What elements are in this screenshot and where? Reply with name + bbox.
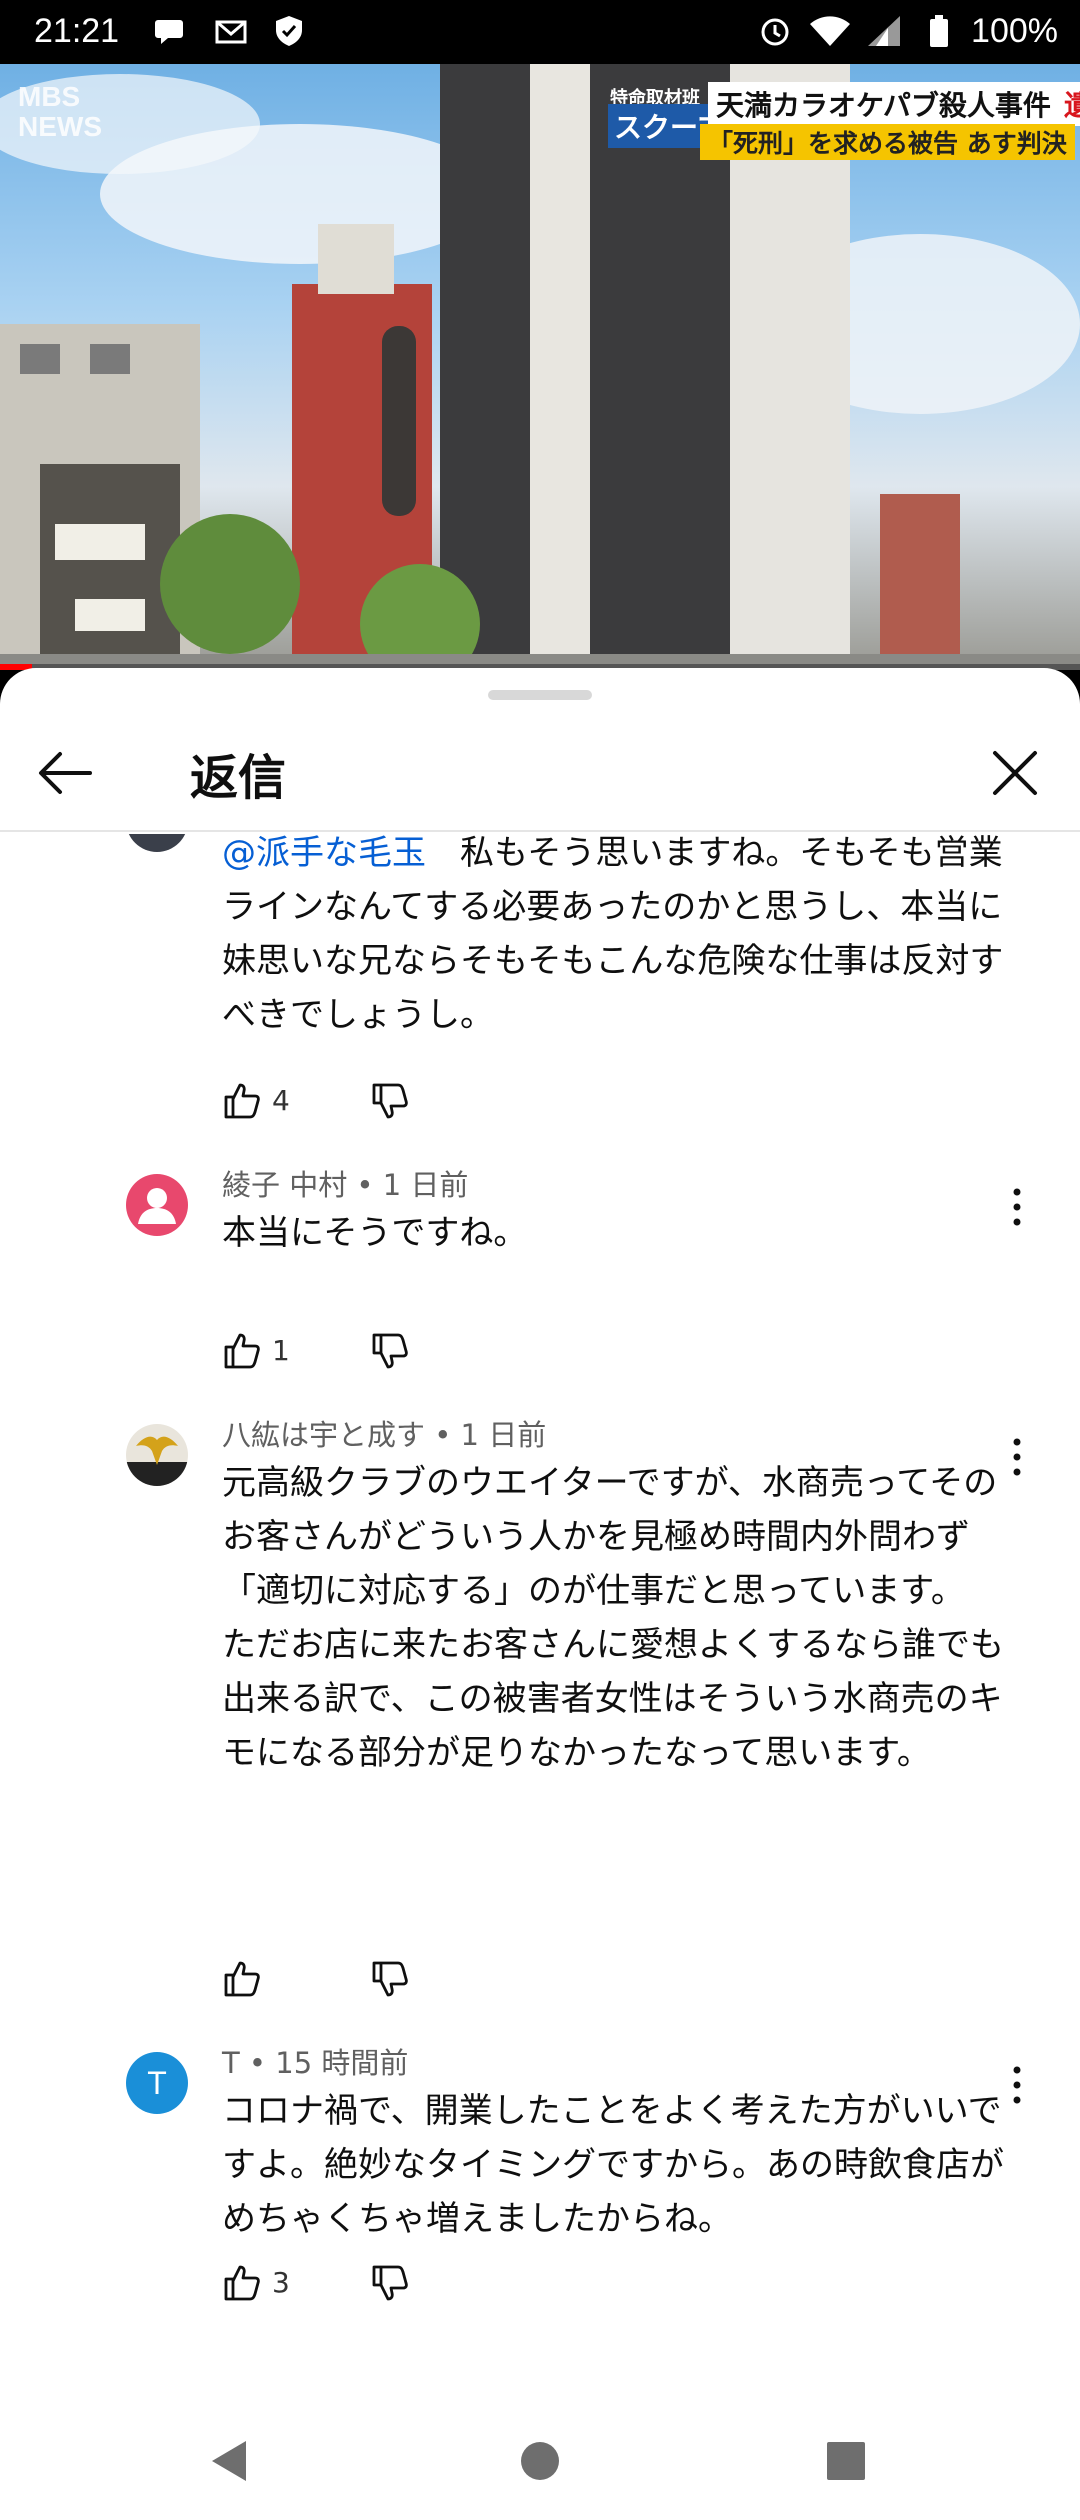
comment-actions: 3 — [222, 2258, 522, 2308]
signal-icon — [868, 16, 900, 46]
avatar[interactable] — [126, 1174, 188, 1236]
mail-icon — [215, 20, 247, 44]
status-bar: 21:21 100% — [0, 0, 1080, 64]
alarm-icon — [761, 18, 789, 46]
more-options-icon[interactable] — [1000, 1432, 1034, 1482]
comment-actions: 1 — [222, 1326, 522, 1376]
like-count: 1 — [272, 1334, 290, 1367]
headline-tag: 遺族の思い — [1063, 89, 1080, 122]
recents-square-icon[interactable] — [816, 2431, 876, 2491]
thumbs-down-icon[interactable] — [370, 1082, 410, 1122]
sheet-header: 返信 — [0, 708, 1080, 832]
like-count: 3 — [272, 2266, 290, 2299]
comment-body: 元高級クラブのウエイターですが、水商売ってそのお客さんがどういう人かを見極め時間… — [222, 1463, 1004, 1773]
comment-meta: 綾子 中村 • 1 日前 — [222, 1168, 469, 1202]
thumbs-down-icon[interactable] — [370, 1960, 410, 2000]
comment-list: @派手な毛玉 私もそう思いますね。そもそも営業ラインなんてする必要あったのかと思… — [0, 834, 1080, 2401]
home-circle-icon[interactable] — [510, 2431, 570, 2491]
mention-link[interactable]: @派手な毛玉 — [222, 834, 426, 873]
video-player[interactable]: MBS NEWS 特命取材班 スクープ 天満カラオケパブ殺人事件 遺族の思い 「… — [0, 64, 1080, 668]
close-icon[interactable] — [980, 738, 1050, 808]
battery-percent: 100% — [971, 12, 1058, 50]
thumbs-up-icon[interactable] — [222, 1330, 262, 1370]
more-options-icon[interactable] — [1000, 1182, 1034, 1232]
shield-icon — [276, 16, 302, 46]
more-options-icon[interactable] — [1000, 2060, 1034, 2110]
eagle-avatar-icon — [126, 1436, 188, 1486]
comment-meta: 八紘は宇と成す • 1 日前 — [222, 1418, 547, 1452]
system-nav-bar — [0, 2401, 1080, 2520]
comment-body: コロナ禍で、開業したことをよく考えた方がいいですよ。絶妙なタイミングですから。あ… — [222, 2091, 1004, 2239]
avatar[interactable]: T — [126, 2052, 188, 2114]
avatar[interactable] — [126, 1424, 188, 1486]
headline-banner: 天満カラオケパブ殺人事件 遺族の思い — [708, 82, 1080, 126]
thumbs-up-icon[interactable] — [222, 2262, 262, 2302]
person-icon — [138, 1188, 176, 1224]
subheadline: 「死刑」を求める被告 あす判決 — [700, 124, 1075, 160]
like-count: 4 — [272, 1084, 290, 1117]
headline: 天満カラオケパブ殺人事件 — [716, 89, 1051, 122]
back-triangle-icon[interactable] — [200, 2431, 260, 2491]
replies-sheet: 返信 @派手な毛玉 私もそう思いますね。そもそも営業ラインなんてする必要あったの… — [0, 668, 1080, 2401]
thumbs-up-icon[interactable] — [222, 1958, 262, 1998]
thumbs-down-icon[interactable] — [370, 1332, 410, 1372]
comment-text: @派手な毛玉 私もそう思いますね。そもそも営業ラインなんてする必要あったのかと思… — [222, 834, 1022, 1042]
comment-actions: 4 — [222, 1076, 522, 1126]
comment-actions — [222, 1954, 522, 2004]
sheet-title: 返信 — [190, 750, 287, 806]
drag-handle[interactable] — [488, 690, 592, 700]
chat-bubble-icon — [155, 20, 183, 44]
comment-meta: T • 15 時間前 — [222, 2046, 409, 2080]
channel-logo: MBS NEWS — [18, 81, 102, 142]
battery-icon — [930, 15, 948, 47]
back-arrow-icon[interactable] — [30, 738, 100, 808]
avatar[interactable] — [126, 834, 188, 852]
thumbs-down-icon[interactable] — [370, 2264, 410, 2304]
thumbs-up-icon[interactable] — [222, 1080, 262, 1120]
status-time: 21:21 — [34, 12, 120, 50]
comment-body: 本当にそうですね。 — [222, 1213, 528, 1253]
wifi-icon — [810, 16, 850, 46]
